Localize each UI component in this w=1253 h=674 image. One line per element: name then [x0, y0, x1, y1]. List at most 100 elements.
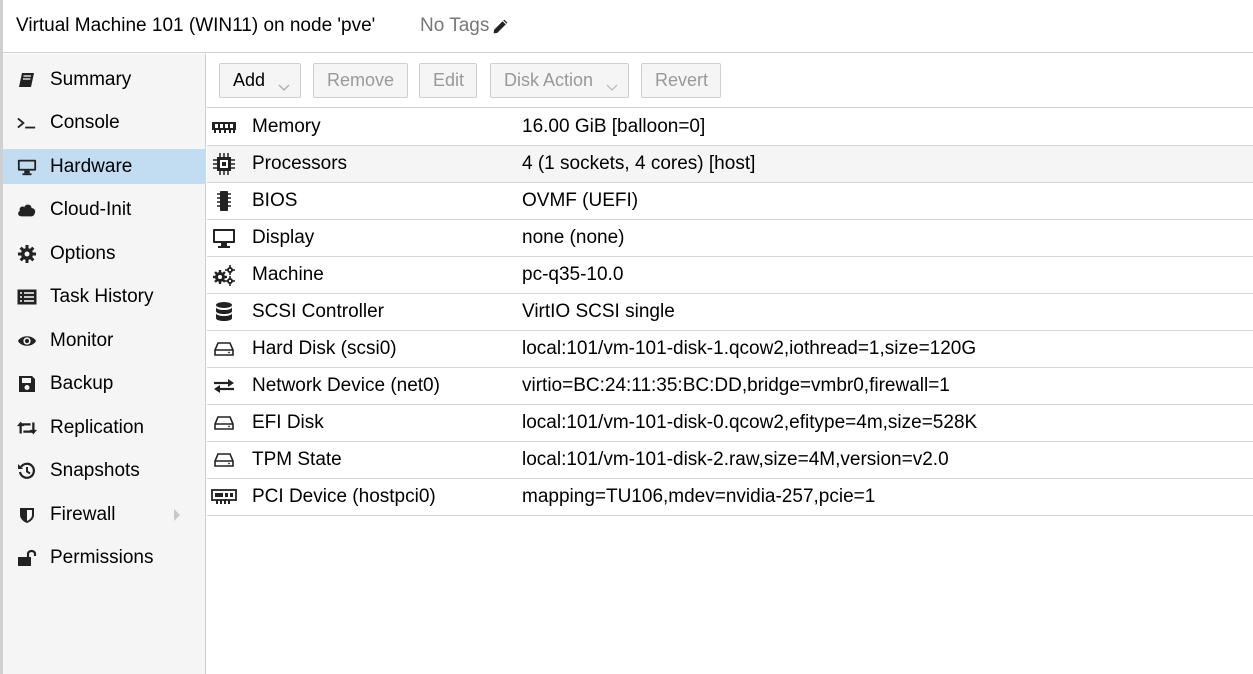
row-name: SCSI Controller [252, 301, 384, 322]
edit-button-label: Edit [433, 70, 465, 90]
sidebar-item-label: Snapshots [50, 460, 140, 481]
expand-arrow-icon[interactable] [173, 508, 181, 527]
sidebar: Summary Console Hardware Cloud-Init Opti… [3, 54, 206, 674]
row-name: TPM State [252, 449, 342, 470]
exchange-icon [211, 376, 237, 396]
hardware-toolbar: Add Remove Edit Disk Action Revert [207, 54, 1253, 108]
row-value: OVMF (UEFI) [522, 190, 639, 211]
table-row[interactable]: PCI Device (hostpci0) mapping=TU106,mdev… [207, 479, 1253, 516]
sidebar-item-cloud-init[interactable]: Cloud-Init [3, 192, 206, 227]
sidebar-item-label: Replication [50, 417, 144, 438]
row-value: virtio=BC:24:11:35:BC:DD,bridge=vmbr0,fi… [522, 375, 950, 396]
gear-icon [17, 244, 37, 264]
row-name: Processors [252, 153, 348, 174]
row-name: BIOS [252, 190, 298, 211]
floppy-icon [17, 374, 37, 394]
pencil-icon[interactable] [492, 18, 509, 35]
add-button[interactable]: Add [219, 63, 301, 98]
list-icon [17, 287, 37, 307]
revert-button[interactable]: Revert [641, 63, 721, 98]
retweet-icon [17, 418, 37, 438]
row-name: Display [252, 227, 315, 248]
row-value: 4 (1 sockets, 4 cores) [host] [522, 153, 756, 174]
remove-button-label: Remove [327, 70, 395, 90]
table-row[interactable]: Machine pc-q35-10.0 [207, 257, 1253, 294]
tags-label: No Tags [420, 15, 490, 36]
sidebar-item-snapshots[interactable]: Snapshots [3, 453, 206, 488]
chevron-down-icon [606, 76, 618, 97]
edit-button[interactable]: Edit [419, 63, 477, 98]
microchip-icon [211, 191, 237, 211]
cogs-icon [211, 265, 237, 286]
sidebar-item-permissions[interactable]: Permissions [3, 540, 206, 575]
sidebar-item-task-history[interactable]: Task History [3, 279, 206, 314]
row-value: local:101/vm-101-disk-0.qcow2,efitype=4m… [522, 412, 978, 433]
sidebar-item-label: Cloud-Init [50, 199, 132, 220]
row-value: none (none) [522, 227, 625, 248]
sidebar-item-label: Hardware [50, 156, 133, 177]
hdd-icon [211, 450, 237, 470]
disk-action-button-label: Disk Action [504, 70, 594, 90]
row-name: PCI Device (hostpci0) [252, 486, 436, 507]
sidebar-item-options[interactable]: Options [3, 236, 206, 271]
sidebar-item-label: Options [50, 243, 116, 264]
row-name: Memory [252, 116, 321, 137]
page-title: Virtual Machine 101 (WIN11) on node 'pve… [16, 15, 376, 36]
sidebar-item-hardware[interactable]: Hardware [3, 149, 206, 184]
unlock-icon [17, 548, 37, 568]
database-icon [211, 302, 237, 322]
cloud-icon [17, 200, 37, 220]
table-row[interactable]: EFI Disk local:101/vm-101-disk-0.qcow2,e… [207, 405, 1253, 442]
memory-icon [211, 117, 237, 137]
terminal-icon [17, 113, 37, 133]
disk-action-button[interactable]: Disk Action [490, 63, 629, 98]
chevron-down-icon [278, 76, 290, 97]
sidebar-item-summary[interactable]: Summary [3, 62, 206, 97]
table-row[interactable]: BIOS OVMF (UEFI) [207, 183, 1253, 220]
row-name: Hard Disk (scsi0) [252, 338, 397, 359]
row-value: VirtIO SCSI single [522, 301, 675, 322]
sidebar-item-label: Summary [50, 69, 132, 90]
eye-icon [17, 331, 37, 351]
sidebar-item-firewall[interactable]: Firewall [3, 497, 206, 532]
tags-editor[interactable]: No Tags [420, 15, 509, 37]
row-value: mapping=TU106,mdev=nvidia-257,pcie=1 [522, 486, 876, 507]
table-row[interactable]: Hard Disk (scsi0) local:101/vm-101-disk-… [207, 331, 1253, 368]
hardware-grid: Memory 16.00 GiB [balloon=0] Processors … [207, 109, 1253, 516]
row-name: EFI Disk [252, 412, 324, 433]
row-name: Network Device (net0) [252, 375, 440, 396]
cpu-icon [211, 153, 237, 175]
revert-button-label: Revert [655, 70, 709, 90]
sidebar-item-replication[interactable]: Replication [3, 410, 206, 445]
sidebar-item-monitor[interactable]: Monitor [3, 323, 206, 358]
row-value: local:101/vm-101-disk-2.raw,size=4M,vers… [522, 449, 949, 470]
monitor-icon [17, 157, 37, 177]
book-icon [17, 70, 37, 90]
table-row[interactable]: SCSI Controller VirtIO SCSI single [207, 294, 1253, 331]
sidebar-item-backup[interactable]: Backup [3, 366, 206, 401]
add-button-label: Add [233, 70, 266, 90]
hdd-icon [211, 413, 237, 433]
history-icon [17, 461, 37, 481]
sidebar-item-label: Permissions [50, 547, 154, 568]
sidebar-item-console[interactable]: Console [3, 105, 206, 140]
desktop-icon [211, 228, 237, 248]
table-row[interactable]: Network Device (net0) virtio=BC:24:11:35… [207, 368, 1253, 405]
sidebar-item-label: Console [50, 112, 120, 133]
sidebar-item-label: Task History [50, 286, 154, 307]
table-row[interactable]: Display none (none) [207, 220, 1253, 257]
row-value: pc-q35-10.0 [522, 264, 624, 285]
row-name: Machine [252, 264, 324, 285]
remove-button[interactable]: Remove [313, 63, 408, 98]
pci-card-icon [211, 487, 237, 507]
sidebar-item-label: Monitor [50, 330, 114, 351]
hdd-icon [211, 339, 237, 359]
sidebar-item-label: Backup [50, 373, 114, 394]
table-row[interactable]: Memory 16.00 GiB [balloon=0] [207, 109, 1253, 146]
table-row[interactable]: Processors 4 (1 sockets, 4 cores) [host] [207, 146, 1253, 183]
table-row[interactable]: TPM State local:101/vm-101-disk-2.raw,si… [207, 442, 1253, 479]
sidebar-item-label: Firewall [50, 504, 116, 525]
row-value: local:101/vm-101-disk-1.qcow2,iothread=1… [522, 338, 977, 359]
row-value: 16.00 GiB [balloon=0] [522, 116, 706, 137]
page-header: Virtual Machine 101 (WIN11) on node 'pve… [3, 0, 1253, 53]
